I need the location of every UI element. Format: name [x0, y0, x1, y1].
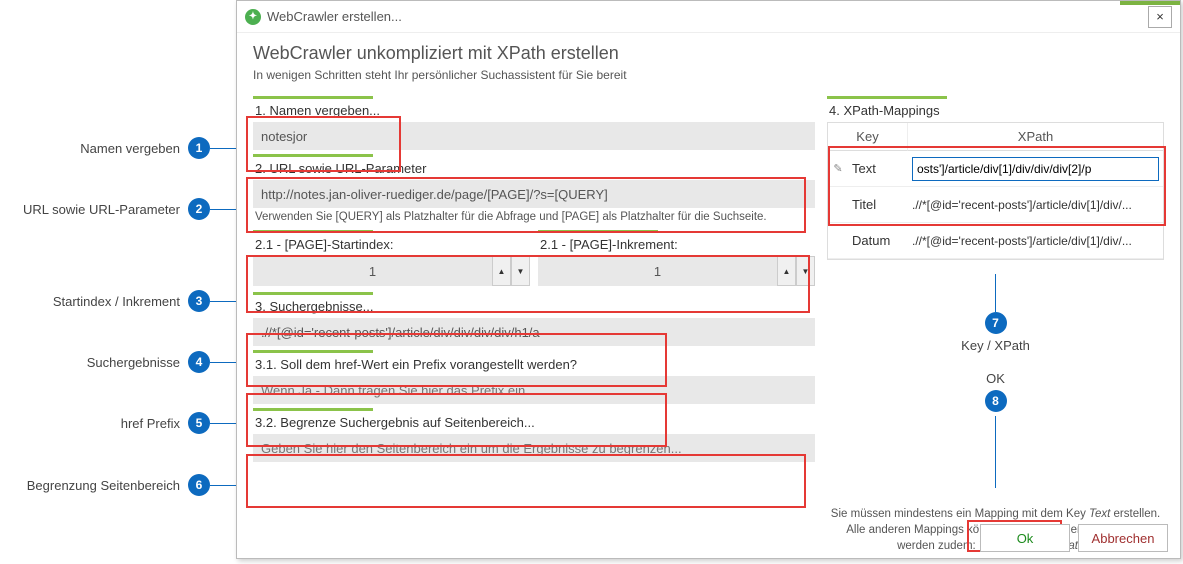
dialog-heading: WebCrawler unkompliziert mit XPath erste…: [253, 43, 1164, 64]
cell-xpath: .//*[@id='recent-posts']/article/div[1]/…: [908, 234, 1163, 248]
annotation-bubble-8: 8: [985, 390, 1007, 412]
dialog-subheading: In wenigen Schritten steht Ihr persönlic…: [253, 68, 1164, 82]
dialog-accent: [1120, 1, 1180, 5]
increment-up[interactable]: ▲: [777, 256, 796, 286]
th-xpath: XPath: [908, 123, 1163, 151]
startindex-value[interactable]: 1: [253, 256, 492, 286]
table-row[interactable]: ✎ Text: [828, 151, 1163, 187]
edit-icon: ✎: [828, 162, 848, 175]
mappings-table: Key XPath ✎ Text Titel .//*[@id='recent-…: [827, 122, 1164, 260]
table-row[interactable]: Titel .//*[@id='recent-posts']/article/d…: [828, 187, 1163, 223]
annotation-bubble-6: 6: [188, 474, 210, 496]
annotation-bubble-1: 1: [188, 137, 210, 159]
dialog-title: WebCrawler erstellen...: [267, 9, 1148, 24]
annotation-label: Begrenzung Seitenbereich: [27, 478, 180, 493]
annotation-bubble-5: 5: [188, 412, 210, 434]
increment-value[interactable]: 1: [538, 256, 777, 286]
cell-xpath: .//*[@id='recent-posts']/article/div[1]/…: [908, 198, 1163, 212]
dialog-titlebar: ✦ WebCrawler erstellen... ×: [237, 1, 1180, 33]
table-row[interactable]: Datum .//*[@id='recent-posts']/article/d…: [828, 223, 1163, 259]
annotation-label: OK: [827, 371, 1164, 386]
annotation-bubble-3: 3: [188, 290, 210, 312]
dialog-window: ✦ WebCrawler erstellen... × WebCrawler u…: [236, 0, 1181, 559]
cell-key: Datum: [848, 233, 908, 248]
name-input[interactable]: [253, 122, 815, 150]
section-32-label: 3.2. Begrenze Suchergebnis auf Seitenber…: [253, 411, 815, 434]
section-31-label: 3.1. Soll dem href-Wert ein Prefix voran…: [253, 353, 815, 376]
cell-xpath-input[interactable]: [912, 157, 1159, 181]
section-3-label: 3. Suchergebnisse...: [253, 295, 815, 318]
cell-key: Titel: [848, 197, 908, 212]
annotation-label: Startindex / Inkrement: [53, 294, 180, 309]
annotation-label: href Prefix: [121, 416, 180, 431]
increment-down[interactable]: ▼: [796, 256, 815, 286]
annotation-label: Suchergebnisse: [87, 355, 180, 370]
cell-key: Text: [848, 161, 908, 176]
cancel-button[interactable]: Abbrechen: [1078, 524, 1168, 552]
increment-label: 2.1 - [PAGE]-Inkrement:: [538, 233, 815, 256]
startindex-label: 2.1 - [PAGE]-Startindex:: [253, 233, 530, 256]
th-key: Key: [828, 123, 908, 151]
mappings-label: 4. XPath-Mappings: [827, 99, 1164, 122]
annotation-bubble-2: 2: [188, 198, 210, 220]
page-range-input[interactable]: [253, 434, 815, 462]
annotation-label: Key / XPath: [827, 338, 1164, 353]
results-xpath-input[interactable]: [253, 318, 815, 346]
close-button[interactable]: ×: [1148, 6, 1172, 28]
annotation-bubble-7: 7: [985, 312, 1007, 334]
annotation-label: Namen vergeben: [80, 141, 180, 156]
annotation-label: URL sowie URL-Parameter: [23, 202, 180, 217]
app-icon: ✦: [245, 9, 261, 25]
startindex-up[interactable]: ▲: [492, 256, 511, 286]
href-prefix-input[interactable]: [253, 376, 815, 404]
ok-button[interactable]: Ok: [980, 524, 1070, 552]
url-input[interactable]: [253, 180, 815, 208]
url-hint: Verwenden Sie [QUERY] als Platzhalter fü…: [253, 208, 815, 226]
section-1-label: 1. Namen vergeben...: [253, 99, 815, 122]
annotation-bubble-4: 4: [188, 351, 210, 373]
startindex-down[interactable]: ▼: [511, 256, 530, 286]
section-2-label: 2. URL sowie URL-Parameter: [253, 157, 815, 180]
